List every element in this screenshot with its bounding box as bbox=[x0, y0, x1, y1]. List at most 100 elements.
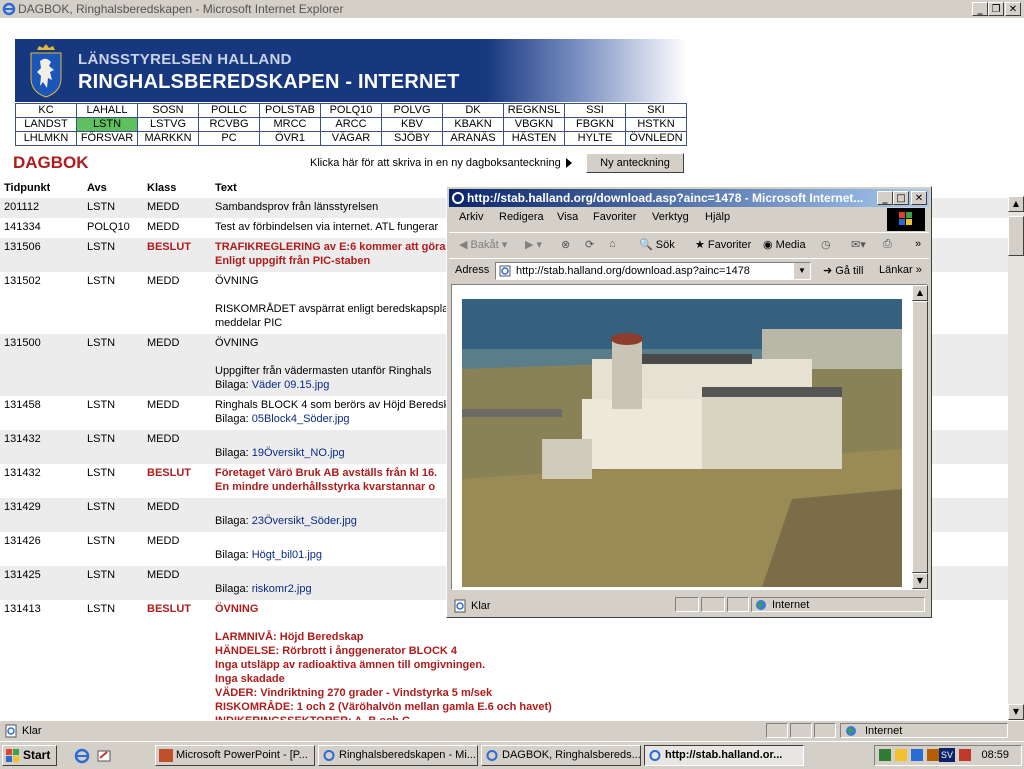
log-from: LSTN bbox=[83, 498, 143, 532]
forward-button[interactable]: ▶ ▾ bbox=[525, 238, 542, 251]
volume-icon[interactable] bbox=[927, 749, 939, 761]
close-button[interactable]: ✕ bbox=[1005, 2, 1021, 16]
scroll-down-button[interactable]: ▼ bbox=[912, 573, 928, 589]
main-window-titlebar[interactable]: DAGBOK, Ringhalsberedskapen - Microsoft … bbox=[0, 0, 1024, 18]
nav-cell-hästen[interactable]: HÄSTEN bbox=[503, 131, 565, 146]
network-icon[interactable] bbox=[879, 749, 891, 761]
language-indicator[interactable]: SV bbox=[939, 748, 955, 762]
popup-status-bar: Klar Internet bbox=[449, 597, 929, 615]
nav-cell-aranäs[interactable]: ARANÄS bbox=[442, 131, 504, 146]
task-powerpoint[interactable]: Microsoft PowerPoint - [P... bbox=[155, 745, 315, 766]
nav-cell-landst[interactable]: LANDST bbox=[15, 117, 77, 132]
task-ringhalsberedskapen[interactable]: Ringhalsberedskapen - Mi... bbox=[318, 745, 478, 766]
start-button[interactable]: Start bbox=[2, 745, 57, 766]
nav-cell-sosn[interactable]: SOSN bbox=[137, 103, 199, 118]
menu-verktyg[interactable]: Verktyg bbox=[652, 211, 689, 223]
task-popup[interactable]: http://stab.halland.or... bbox=[644, 745, 804, 766]
restore-button[interactable]: ❐ bbox=[988, 2, 1004, 16]
attachment-link[interactable]: Högt_bil01.jpg bbox=[252, 549, 322, 561]
log-time: 141334 bbox=[4, 221, 41, 233]
minimize-button[interactable]: _ bbox=[972, 2, 988, 16]
new-entry-button[interactable]: Ny anteckning bbox=[586, 153, 684, 173]
nav-cell-fbgkn[interactable]: FBGKN bbox=[564, 117, 626, 132]
attachment-link[interactable]: 23Översikt_Söder.jpg bbox=[252, 515, 357, 527]
scroll-up-button[interactable]: ▲ bbox=[1008, 196, 1024, 212]
popup-minimize-button[interactable]: _ bbox=[877, 191, 893, 205]
antivirus-icon[interactable] bbox=[959, 749, 971, 761]
refresh-icon[interactable]: ⟳ bbox=[585, 238, 594, 251]
mail-icon[interactable]: ✉▾ bbox=[851, 238, 866, 251]
nav-cell-hylte[interactable]: HYLTE bbox=[564, 131, 626, 146]
address-input[interactable]: http://stab.halland.org/download.asp?ain… bbox=[495, 262, 811, 280]
stop-icon[interactable]: ⊗ bbox=[561, 238, 570, 251]
nav-cell-pc[interactable]: PC bbox=[198, 131, 260, 146]
nav-cell-polstab[interactable]: POLSTAB bbox=[259, 103, 321, 118]
nav-cell-kc[interactable]: KC bbox=[15, 103, 77, 118]
popup-window[interactable]: http://stab.halland.org/download.asp?ain… bbox=[446, 186, 932, 618]
nav-cell-ssi[interactable]: SSI bbox=[564, 103, 626, 118]
nav-cell-lstn[interactable]: LSTN bbox=[76, 117, 138, 132]
print-icon[interactable]: ⎙ bbox=[883, 238, 892, 251]
nav-cell-arcc[interactable]: ARCC bbox=[320, 117, 382, 132]
home-icon[interactable]: ⌂ bbox=[609, 238, 616, 250]
nav-cell-lstvg[interactable]: LSTVG bbox=[137, 117, 199, 132]
attachment-link[interactable]: 19Översikt_NO.jpg bbox=[252, 447, 345, 459]
nav-cell-pollc[interactable]: POLLC bbox=[198, 103, 260, 118]
nav-cell-dk[interactable]: DK bbox=[442, 103, 504, 118]
toolbar-chevron-icon[interactable]: » bbox=[915, 238, 921, 250]
back-button[interactable]: ◀ Bakåt ▾ bbox=[459, 238, 507, 251]
scroll-down-button[interactable]: ▼ bbox=[1008, 704, 1024, 720]
globe-icon bbox=[846, 726, 856, 736]
nav-cell-vägar[interactable]: VÄGAR bbox=[320, 131, 382, 146]
ie-quicklaunch-icon[interactable] bbox=[74, 748, 90, 764]
nav-cell-hstkn[interactable]: HSTKN bbox=[625, 117, 687, 132]
nav-cell-polq10[interactable]: POLQ10 bbox=[320, 103, 382, 118]
popup-maximize-button[interactable]: □ bbox=[893, 191, 909, 205]
go-button[interactable]: ➜ Gå till bbox=[823, 264, 863, 277]
media-button[interactable]: ◉ Media bbox=[763, 238, 806, 251]
search-button[interactable]: 🔍 Sök bbox=[639, 238, 675, 251]
task-dagbok[interactable]: DAGBOK, Ringhalsbereds... bbox=[481, 745, 641, 766]
nav-cell-kbv[interactable]: KBV bbox=[381, 117, 443, 132]
nav-cell-vbgkn[interactable]: VBGKN bbox=[503, 117, 565, 132]
popup-close-button[interactable]: ✕ bbox=[911, 191, 927, 205]
nav-cell-övr1[interactable]: ÖVR1 bbox=[259, 131, 321, 146]
popup-titlebar[interactable]: http://stab.halland.org/download.asp?ain… bbox=[449, 189, 929, 207]
chevron-down-icon[interactable]: ▼ bbox=[794, 263, 810, 279]
nav-cell-markkn[interactable]: MARKKN bbox=[137, 131, 199, 146]
menu-visa[interactable]: Visa bbox=[557, 211, 578, 223]
nav-cell-mrcc[interactable]: MRCC bbox=[259, 117, 321, 132]
page-scrollbar[interactable]: ▲ ▼ bbox=[1008, 196, 1024, 720]
attachment-link[interactable]: 05Block4_Söder.jpg bbox=[252, 413, 350, 425]
scroll-thumb[interactable] bbox=[912, 301, 928, 573]
scroll-thumb[interactable] bbox=[1008, 216, 1024, 256]
scroll-up-button[interactable]: ▲ bbox=[912, 285, 928, 301]
menu-hjalp[interactable]: Hjälp bbox=[705, 211, 730, 223]
nav-cell-övnledn[interactable]: ÖVNLEDN bbox=[625, 131, 687, 146]
tray-app-icon[interactable] bbox=[911, 749, 923, 761]
nuclear-plant-photo bbox=[462, 299, 902, 587]
nav-cell-ski[interactable]: SKI bbox=[625, 103, 687, 118]
menu-arkiv[interactable]: Arkiv bbox=[459, 211, 483, 223]
attachment-link[interactable]: Väder 09.15.jpg bbox=[252, 379, 330, 391]
nav-cell-regknsl[interactable]: REGKNSL bbox=[503, 103, 565, 118]
status-panel bbox=[701, 597, 725, 612]
back-label: Bakåt bbox=[470, 239, 499, 251]
menu-favoriter[interactable]: Favoriter bbox=[593, 211, 636, 223]
menu-redigera[interactable]: Redigera bbox=[499, 211, 544, 223]
nav-cell-polvg[interactable]: POLVG bbox=[381, 103, 443, 118]
outlook-quicklaunch-icon[interactable] bbox=[96, 748, 112, 764]
pen-icon[interactable] bbox=[895, 749, 907, 761]
favorites-button[interactable]: ★ Favoriter bbox=[695, 238, 751, 251]
nav-cell-försvar[interactable]: FÖRSVAR bbox=[76, 131, 138, 146]
nav-cell-sjöby[interactable]: SJÖBY bbox=[381, 131, 443, 146]
links-button[interactable]: Länkar » bbox=[879, 264, 922, 276]
nav-cell-lahall[interactable]: LAHALL bbox=[76, 103, 138, 118]
nav-cell-kbakn[interactable]: KBAKN bbox=[442, 117, 504, 132]
history-icon[interactable]: ◷ bbox=[821, 238, 831, 251]
log-class: MEDD bbox=[143, 566, 211, 600]
popup-scrollbar[interactable]: ▲ ▼ bbox=[912, 285, 928, 589]
attachment-link[interactable]: riskomr2.jpg bbox=[252, 583, 312, 595]
nav-cell-rcvbg[interactable]: RCVBG bbox=[198, 117, 260, 132]
nav-cell-lhlmkn[interactable]: LHLMKN bbox=[15, 131, 77, 146]
